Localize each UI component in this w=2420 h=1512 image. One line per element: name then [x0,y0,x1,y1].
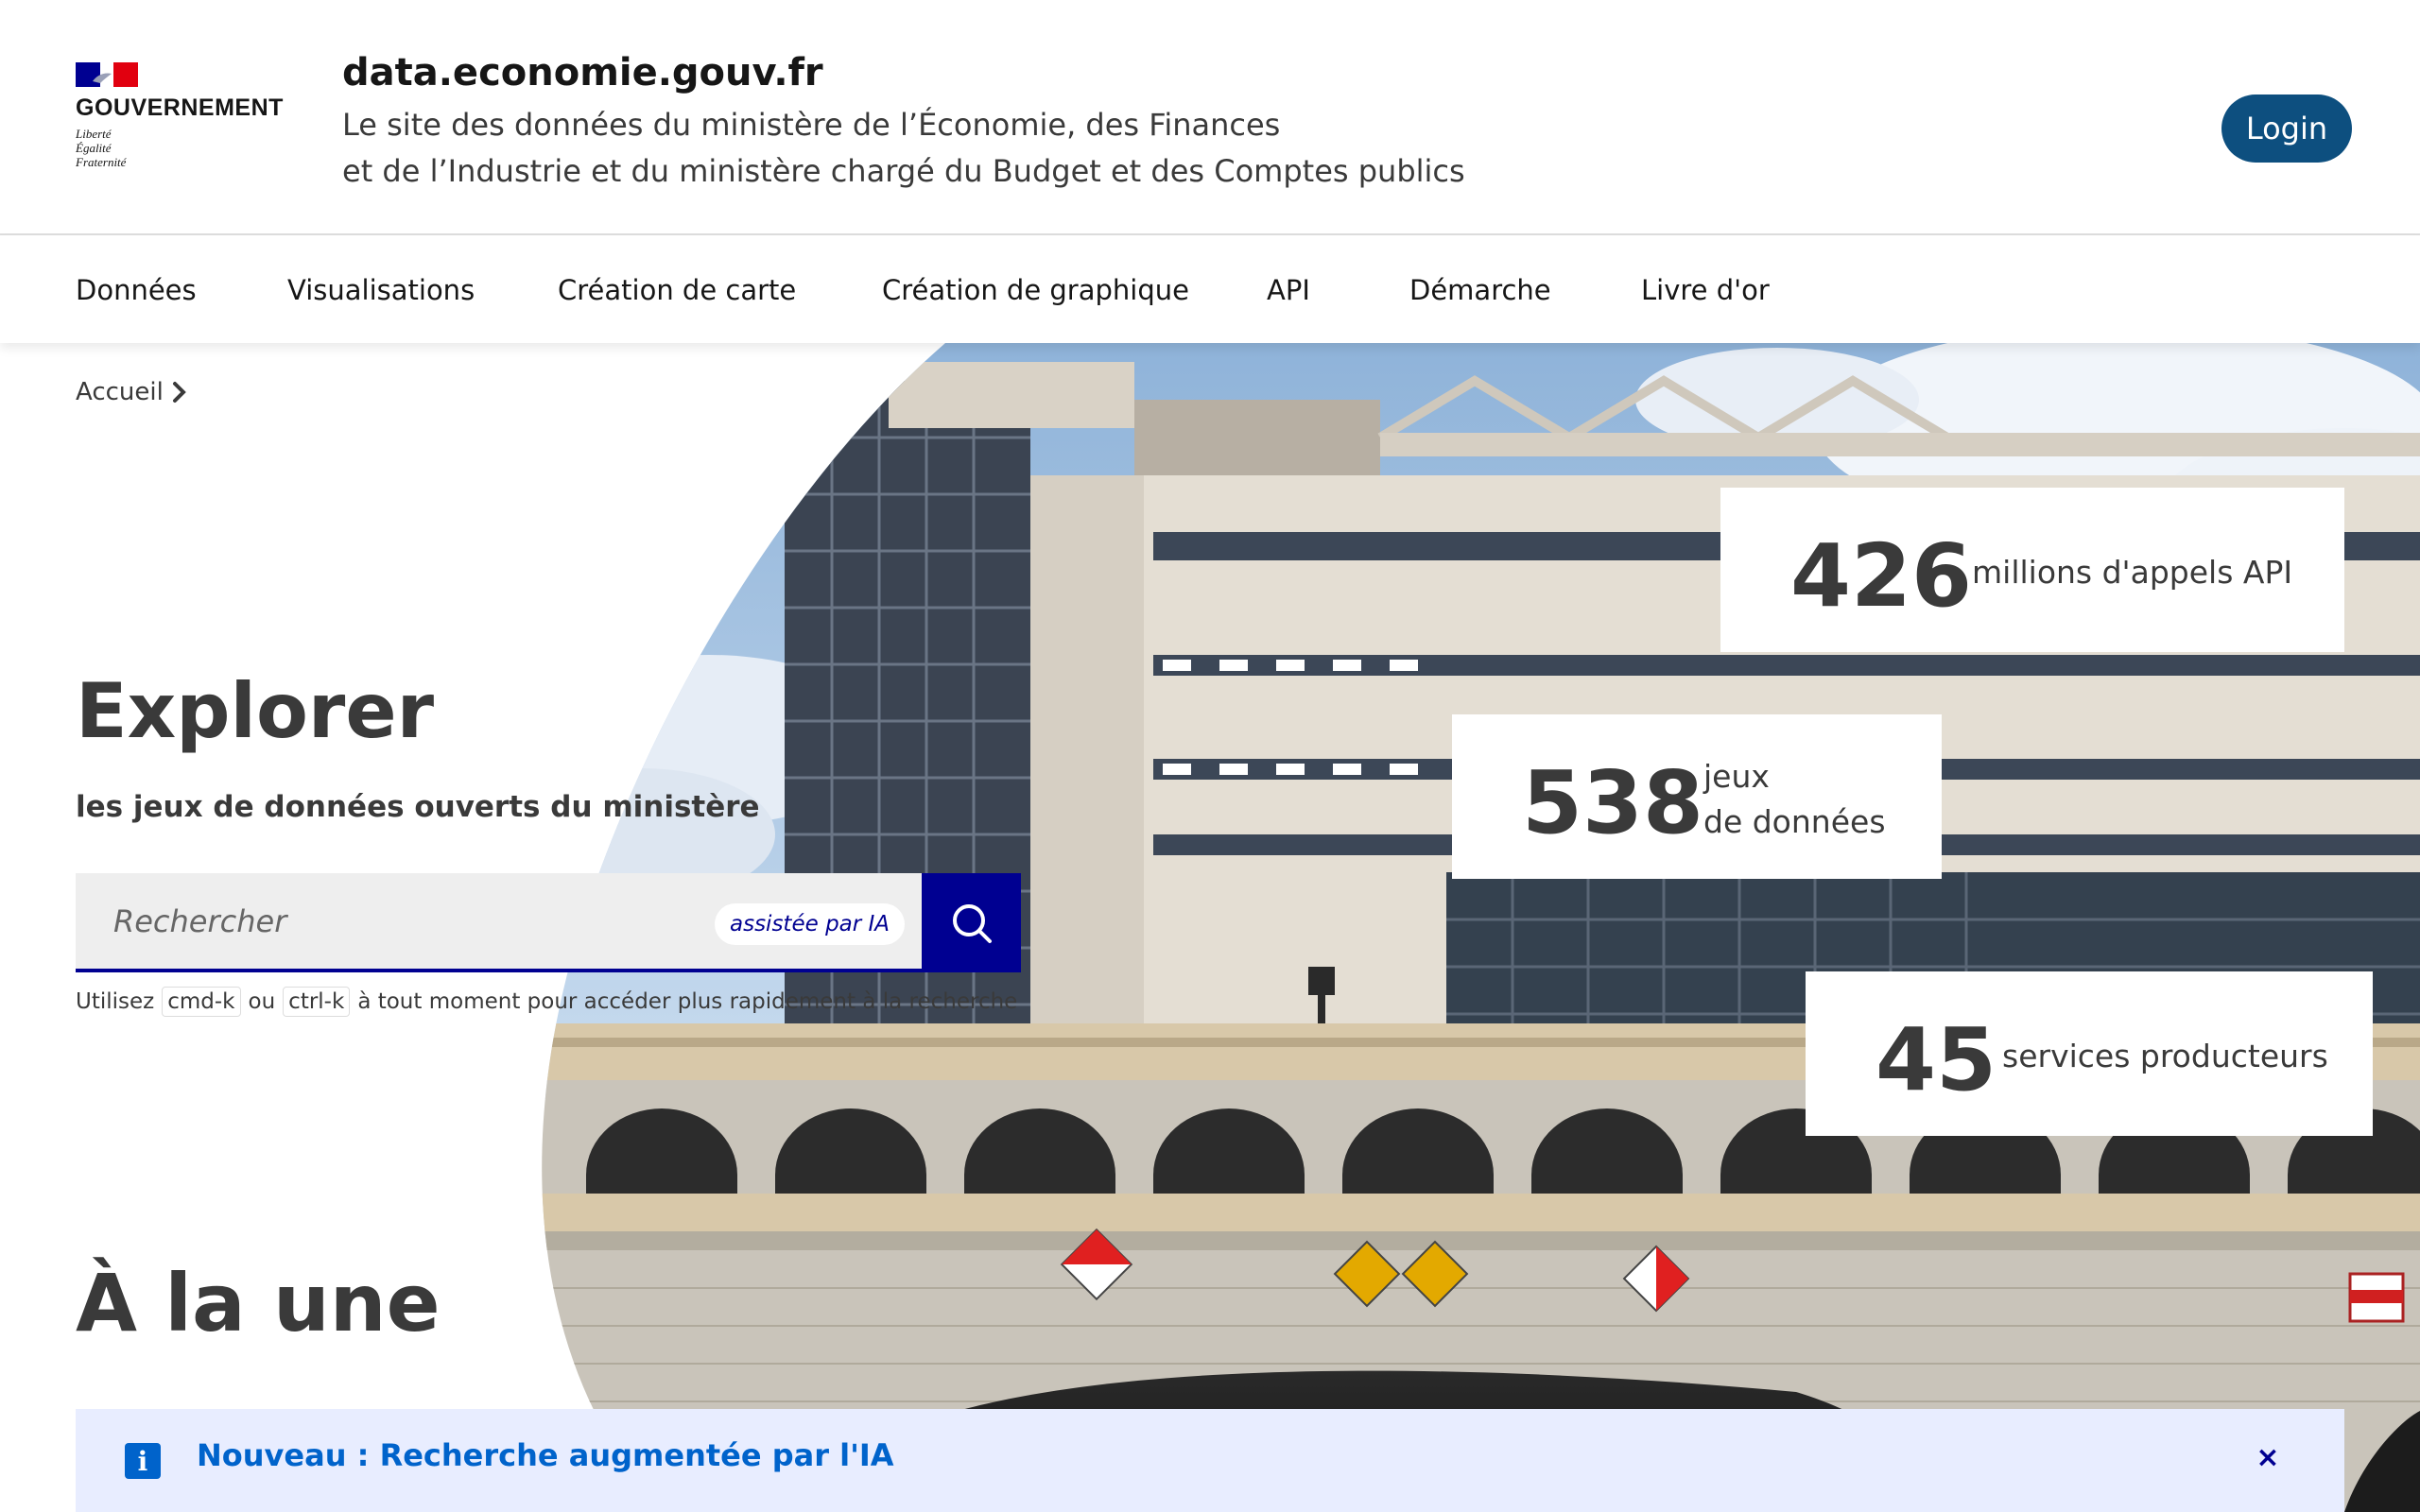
nav-item-livre-dor[interactable]: Livre d'or [1641,236,1770,343]
explorer-subtitle: les jeux de données ouverts du ministère [76,790,760,824]
government-motto: Liberté Égalité Fraternité [76,127,126,169]
stat-label-datasets-line1: jeux [1703,758,1770,795]
motto-egalite: Égalité [76,141,112,155]
motto-fraternite: Fraternité [76,155,127,169]
nav-item-creation-de-carte[interactable]: Création de carte [558,236,796,343]
hint-text-or: ou [248,989,276,1014]
stat-label-producers: services producteurs [2002,1038,2328,1074]
stat-number-api-calls: 426 [1790,525,1973,627]
stat-label-api-calls: millions d'appels API [1972,554,2293,591]
search-button[interactable] [922,873,1021,972]
breadcrumb-home-link[interactable]: Accueil [76,378,164,406]
stat-number-producers: 45 [1876,1009,1997,1110]
stat-card-datasets: 538 jeux de données [1452,714,1942,879]
search-bar: Rechercher assistée par IA [76,873,1021,972]
kbd-ctrl-k: ctrl-k [283,987,351,1017]
kbd-cmd-k: cmd-k [162,987,241,1017]
marianne-flag-icon [76,62,138,87]
site-tagline-line1: Le site des données du ministère de l’Éc… [342,107,1281,143]
ai-search-notice: i Nouveau : Recherche augmentée par l'IA… [76,1409,2344,1512]
government-name: GOUVERNEMENT [76,94,284,121]
nav-item-demarche[interactable]: Démarche [1409,236,1551,343]
notice-text[interactable]: Nouveau : Recherche augmentée par l'IA [197,1437,894,1473]
hint-text-after: à tout moment pour accéder plus rapideme… [357,989,1018,1014]
stat-number-datasets: 538 [1522,752,1704,853]
close-icon[interactable]: × [2244,1434,2291,1481]
search-placeholder: Rechercher [113,902,287,939]
stat-label-datasets-line2: de données [1703,803,1886,840]
search-icon [952,903,992,943]
stat-card-producers: 45 services producteurs [1806,971,2373,1136]
search-shortcut-hint: Utilisez cmd-k ou ctrl-k à tout moment p… [76,987,1017,1017]
nav-item-creation-de-graphique[interactable]: Création de graphique [882,236,1189,343]
motto-liberte: Liberté [76,127,112,141]
site-tagline-line2: et de l’Industrie et du ministère chargé… [342,153,1465,189]
info-icon: i [125,1443,161,1479]
nav-item-api[interactable]: API [1267,236,1310,343]
stat-card-api-calls: 426 millions d'appels API [1720,488,2344,652]
government-logo[interactable]: GOUVERNEMENT Liberté Égalité Fraternité [76,62,293,176]
main-navigation: Données Visualisations Création de carte… [0,236,2420,343]
hint-text-before: Utilisez [76,989,155,1014]
nav-item-donnees[interactable]: Données [76,236,197,343]
breadcrumb: Accueil [76,378,188,406]
login-button[interactable]: Login [2221,94,2352,163]
nav-item-visualisations[interactable]: Visualisations [287,236,475,343]
site-title[interactable]: data.economie.gouv.fr [342,51,823,94]
explorer-title: Explorer [76,667,435,755]
featured-title: À la une [76,1257,441,1349]
chevron-right-icon [172,382,186,403]
ai-assisted-badge: assistée par IA [715,903,906,945]
site-tagline: Le site des données du ministère de l’Éc… [342,102,1465,195]
site-header: GOUVERNEMENT Liberté Égalité Fraternité … [0,0,2420,235]
